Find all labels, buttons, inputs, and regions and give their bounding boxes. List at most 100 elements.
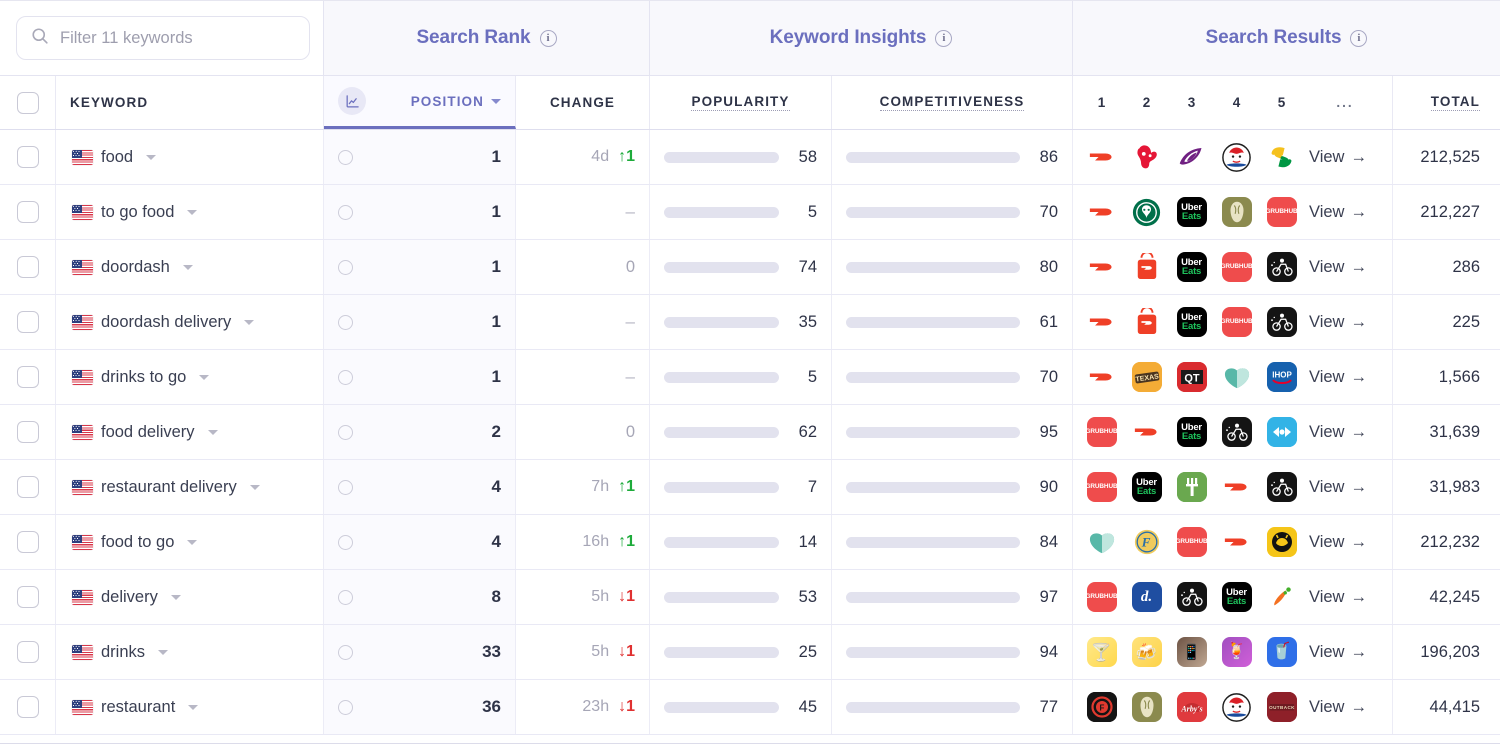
column-competitiveness[interactable]: COMPETITIVENESS [832,76,1073,129]
keyword-cell[interactable]: doordash [56,240,324,294]
search-result-slot[interactable]: GRUBHUB [1214,252,1259,282]
view-link[interactable]: View → [1309,258,1367,277]
table-row[interactable]: drinks to go 1 – 5 70 [0,350,1500,405]
search-result-slot[interactable] [1259,417,1304,447]
row-select-cell[interactable] [0,460,56,514]
position-cell[interactable]: 1 [324,295,516,349]
search-result-slot[interactable] [1259,142,1304,172]
search-result-slot[interactable] [1124,692,1169,722]
row-checkbox[interactable] [17,476,39,498]
view-link[interactable]: View → [1309,533,1367,552]
chevron-down-icon[interactable] [188,705,198,710]
search-result-slot[interactable]: UberEats [1169,417,1214,447]
select-all-checkbox[interactable] [17,92,39,114]
keyword-cell[interactable]: restaurant delivery [56,460,324,514]
search-result-slot[interactable] [1079,527,1124,557]
row-select-cell[interactable] [0,185,56,239]
search-result-slot[interactable]: UberEats [1169,252,1214,282]
row-select-cell[interactable] [0,625,56,679]
table-row[interactable]: to go food 1 – 5 70 [0,185,1500,240]
row-checkbox[interactable] [17,421,39,443]
chevron-down-icon[interactable] [158,650,168,655]
view-link[interactable]: View → [1309,588,1367,607]
chevron-down-icon[interactable] [491,99,501,104]
search-result-slot[interactable]: UberEats [1214,582,1259,612]
search-result-slot[interactable]: GRUBHUB [1079,417,1124,447]
chevron-down-icon[interactable] [187,540,197,545]
search-result-slot[interactable] [1259,307,1304,337]
chevron-down-icon[interactable] [187,210,197,215]
row-select-cell[interactable] [0,405,56,459]
search-result-slot[interactable]: GRUBHUB [1214,307,1259,337]
table-row[interactable]: drinks 33 5h ↓1 25 94 🍸🍻📱🍹🥤 [0,625,1500,680]
search-result-slot[interactable] [1124,417,1169,447]
table-row[interactable]: delivery 8 5h ↓1 53 97 GRUBHUBd. [0,570,1500,625]
search-result-slot[interactable]: F [1079,692,1124,722]
row-select-cell[interactable] [0,240,56,294]
position-cell[interactable]: 36 [324,680,516,734]
search-result-slot[interactable] [1214,417,1259,447]
search-result-slot[interactable]: Arby's [1169,692,1214,722]
keyword-cell[interactable]: food [56,130,324,184]
position-cell[interactable]: 2 [324,405,516,459]
search-result-slot[interactable]: GRUBHUB [1169,527,1214,557]
row-checkbox[interactable] [17,366,39,388]
search-result-slot[interactable]: GRUBHUB [1079,582,1124,612]
search-result-slot[interactable] [1214,692,1259,722]
chevron-down-icon[interactable] [171,595,181,600]
search-result-slot[interactable] [1214,197,1259,227]
position-cell[interactable]: 4 [324,515,516,569]
search-result-slot[interactable] [1124,307,1169,337]
chevron-down-icon[interactable] [208,430,218,435]
search-result-slot[interactable] [1214,527,1259,557]
row-checkbox[interactable] [17,201,39,223]
chevron-down-icon[interactable] [199,375,209,380]
keyword-cell[interactable]: delivery [56,570,324,624]
search-result-slot[interactable]: 🥤 [1259,637,1304,667]
info-icon[interactable]: i [935,30,952,47]
search-result-slot[interactable] [1259,527,1304,557]
search-result-slot[interactable] [1169,582,1214,612]
position-cell[interactable]: 1 [324,130,516,184]
position-cell[interactable]: 8 [324,570,516,624]
search-result-slot[interactable] [1214,362,1259,392]
search-result-slot[interactable]: OUTBACK [1259,692,1304,722]
view-link[interactable]: View → [1309,643,1367,662]
search-result-slot[interactable] [1169,472,1214,502]
position-cell[interactable]: 1 [324,185,516,239]
row-select-cell[interactable] [0,295,56,349]
column-popularity[interactable]: POPULARITY [650,76,832,129]
row-checkbox[interactable] [17,146,39,168]
search-result-slot[interactable]: IHOP [1259,362,1304,392]
chevron-down-icon[interactable] [250,485,260,490]
info-icon[interactable]: i [1350,30,1367,47]
select-all-cell[interactable] [0,76,56,129]
column-total[interactable]: TOTAL [1393,76,1500,129]
search-box[interactable] [16,16,310,60]
keyword-cell[interactable]: to go food [56,185,324,239]
search-result-slot[interactable]: UberEats [1169,307,1214,337]
row-checkbox[interactable] [17,696,39,718]
search-result-slot[interactable] [1079,307,1124,337]
position-cell[interactable]: 33 [324,625,516,679]
search-result-slot[interactable] [1214,472,1259,502]
search-result-slot[interactable]: UberEats [1124,472,1169,502]
keyword-cell[interactable]: food delivery [56,405,324,459]
view-link[interactable]: View → [1309,148,1367,167]
column-change[interactable]: CHANGE [516,76,650,129]
table-row[interactable]: food delivery 2 0 62 95 GRUBHUB U [0,405,1500,460]
search-result-slot[interactable] [1124,197,1169,227]
chevron-down-icon[interactable] [183,265,193,270]
search-result-slot[interactable] [1124,142,1169,172]
keyword-cell[interactable]: food to go [56,515,324,569]
keyword-cell[interactable]: restaurant [56,680,324,734]
search-result-slot[interactable] [1259,472,1304,502]
search-result-slot[interactable]: UberEats [1169,197,1214,227]
row-select-cell[interactable] [0,680,56,734]
search-result-slot[interactable] [1214,142,1259,172]
row-checkbox[interactable] [17,531,39,553]
keyword-cell[interactable]: drinks to go [56,350,324,404]
row-checkbox[interactable] [17,311,39,333]
row-select-cell[interactable] [0,570,56,624]
search-result-slot[interactable] [1079,362,1124,392]
